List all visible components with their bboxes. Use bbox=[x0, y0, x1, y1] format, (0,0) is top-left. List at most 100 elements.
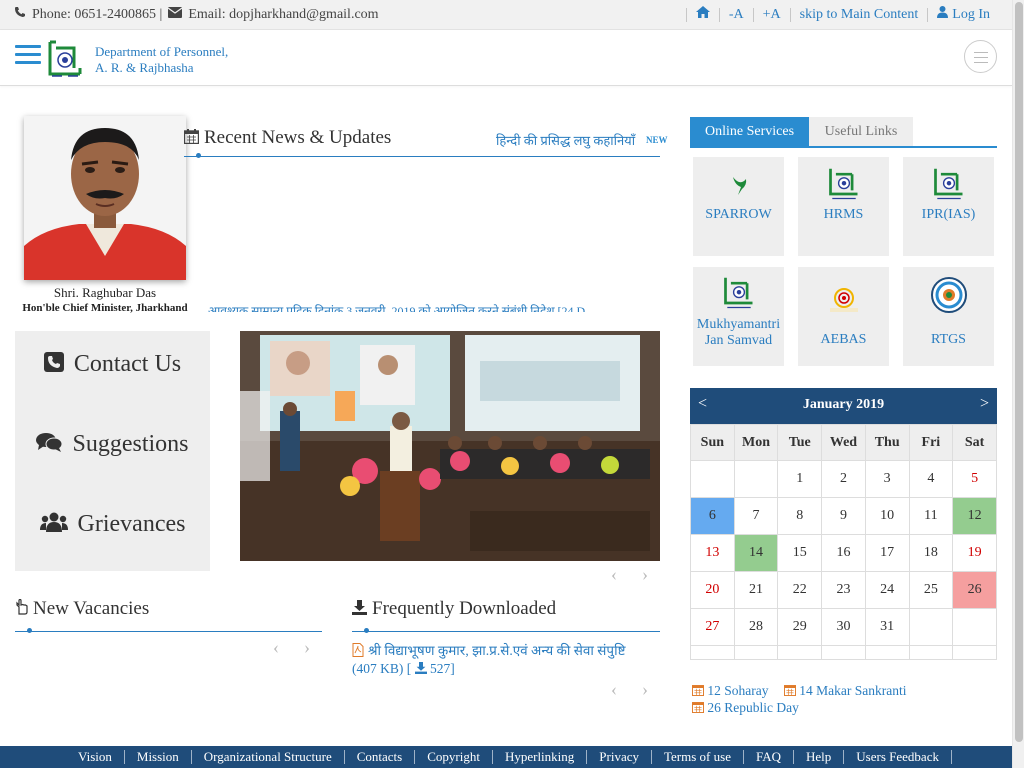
calendar-day-cell[interactable]: 30 bbox=[821, 608, 866, 646]
footer-link-privacy[interactable]: Privacy bbox=[587, 750, 652, 764]
phone-text: Phone: 0651-2400865 | bbox=[32, 6, 163, 22]
skip-to-main-link[interactable]: skip to Main Content bbox=[800, 7, 919, 23]
footer-link-organizational-structure[interactable]: Organizational Structure bbox=[192, 750, 345, 764]
calendar-day-cell[interactable]: 24 bbox=[864, 571, 910, 609]
chief-minister-card: Shri. Raghubar Das Hon'ble Chief Ministe… bbox=[15, 112, 195, 318]
calendar-day-cell[interactable]: 29 bbox=[777, 608, 823, 646]
footer-link-vision[interactable]: Vision bbox=[66, 750, 125, 764]
calendar-day-cell[interactable]: 20 bbox=[690, 571, 735, 609]
footer-link-users-feedback[interactable]: Users Feedback bbox=[844, 750, 952, 764]
calendar-day-cell[interactable]: 23 bbox=[821, 571, 866, 609]
photo-slider[interactable] bbox=[240, 331, 660, 561]
service-mukhyamantri-jan-samvad[interactable]: Mukhyamantri Jan Samvad bbox=[693, 267, 784, 366]
calendar-next-button[interactable]: > bbox=[980, 395, 989, 413]
contact-us-link[interactable]: Contact Us bbox=[15, 351, 210, 379]
calendar-day-cell[interactable]: 19 bbox=[952, 534, 997, 572]
department-name[interactable]: Department of Personnel, A. R. & Rajbhas… bbox=[95, 44, 228, 76]
download-item[interactable]: श्री विद्याभूषण कुमार, झा.प्र.से.एवं अन्… bbox=[352, 643, 652, 678]
holiday-item[interactable]: 14 Makar Sankranti bbox=[783, 683, 906, 700]
calendar-day-cell[interactable]: 3 bbox=[864, 460, 910, 498]
decrease-font-link[interactable]: -A bbox=[729, 7, 744, 23]
vacancies-next-button[interactable]: › bbox=[304, 637, 310, 658]
holiday-item[interactable]: 26 Republic Day bbox=[691, 700, 799, 717]
calendar-day-cell[interactable]: 25 bbox=[908, 571, 954, 609]
footer-link-hyperlinking[interactable]: Hyperlinking bbox=[493, 750, 588, 764]
calendar-day-cell[interactable]: 1 bbox=[777, 460, 823, 498]
downloads-prev-button[interactable]: ‹ bbox=[611, 679, 617, 700]
chief-minister-photo bbox=[24, 116, 186, 280]
service-rtgs[interactable]: RTGS bbox=[903, 267, 994, 366]
calendar-day-cell[interactable]: 15 bbox=[777, 534, 823, 572]
calendar-day-cell[interactable]: 16 bbox=[821, 534, 866, 572]
download-item-size: (407 KB) [ bbox=[352, 661, 412, 676]
suggestions-link[interactable]: Suggestions bbox=[15, 431, 210, 459]
service-ipr-ias[interactable]: IPR(IAS) bbox=[903, 157, 994, 256]
calendar-day-cell[interactable]: 31 bbox=[864, 608, 910, 646]
footer-link-help[interactable]: Help bbox=[794, 750, 845, 764]
quick-links-panel: Contact Us Suggestions Grievances bbox=[15, 331, 210, 571]
calendar-month: January 2019 bbox=[802, 397, 885, 412]
slider-prev-button[interactable]: ‹ bbox=[611, 564, 617, 585]
hand-pointer-icon bbox=[15, 598, 29, 621]
downloads-next-button[interactable]: › bbox=[642, 679, 648, 700]
phone-square-icon bbox=[43, 351, 64, 379]
calendar-day-cell[interactable]: 21 bbox=[733, 571, 779, 609]
vacancies-prev-button[interactable]: ‹ bbox=[273, 637, 279, 658]
calendar-day-cell[interactable]: 28 bbox=[733, 608, 779, 646]
calendar-day-cell[interactable]: 13 bbox=[690, 534, 735, 572]
calendar-day-cell[interactable]: 27 bbox=[690, 608, 735, 646]
calendar-day-cell[interactable]: 12 bbox=[952, 497, 997, 535]
service-hrms[interactable]: HRMS bbox=[798, 157, 889, 256]
home-icon[interactable] bbox=[695, 6, 710, 23]
news-section-header: Recent News & Updates हिन्दी की प्रसिद्ध… bbox=[183, 125, 668, 158]
calendar-day-cell[interactable]: 18 bbox=[908, 534, 954, 572]
rtgs-seal-icon bbox=[903, 277, 994, 318]
calendar-day-cell[interactable]: 10 bbox=[864, 497, 910, 535]
envelope-icon bbox=[168, 6, 183, 23]
tab-online-services[interactable]: Online Services bbox=[690, 117, 809, 146]
page-scrollbar[interactable] bbox=[1012, 0, 1024, 768]
calendar-day-cell[interactable]: 26 bbox=[952, 571, 997, 609]
calendar-icon bbox=[183, 128, 200, 150]
calendar-day-header: Mon bbox=[733, 424, 779, 461]
calendar-day-cell[interactable]: 7 bbox=[733, 497, 779, 535]
calendar-day-cell[interactable]: 11 bbox=[908, 497, 954, 535]
hindi-stories-link[interactable]: हिन्दी की प्रसिद्ध लघु कहानियाँ bbox=[496, 131, 635, 149]
top-bar: Phone: 0651-2400865 | Email: dopjharkhan… bbox=[0, 0, 1012, 30]
jharkhand-emblem-icon bbox=[798, 167, 889, 208]
service-aebas[interactable]: AEBAS bbox=[798, 267, 889, 366]
jharkhand-logo-icon[interactable] bbox=[46, 40, 84, 80]
calendar-header: < January 2019 > bbox=[690, 388, 997, 424]
slider-next-button[interactable]: › bbox=[642, 564, 648, 585]
calendar-empty-cell bbox=[864, 645, 910, 660]
footer-link-contacts[interactable]: Contacts bbox=[345, 750, 416, 764]
downloads-heading: Frequently Downloaded bbox=[372, 598, 557, 619]
grievances-link[interactable]: Grievances bbox=[15, 511, 210, 539]
calendar-day-cell[interactable]: 4 bbox=[908, 460, 954, 498]
increase-font-link[interactable]: +A bbox=[763, 7, 781, 23]
news-ticker[interactable]: आवश्यक सामान्य पदिक दिनांक 3 जनवरी, 2019… bbox=[208, 304, 664, 312]
holiday-item[interactable]: 12 Soharay bbox=[691, 683, 769, 700]
calendar-day-cell[interactable]: 17 bbox=[864, 534, 910, 572]
jharkhand-emblem-icon bbox=[903, 167, 994, 208]
footer-link-copyright[interactable]: Copyright bbox=[415, 750, 493, 764]
footer-link-mission[interactable]: Mission bbox=[125, 750, 192, 764]
side-menu-button[interactable] bbox=[964, 40, 997, 73]
calendar-day-cell[interactable]: 5 bbox=[952, 460, 997, 498]
calendar-day-cell[interactable]: 2 bbox=[821, 460, 866, 498]
user-icon bbox=[937, 6, 949, 23]
download-item-title: श्री विद्याभूषण कुमार, झा.प्र.से.एवं अन्… bbox=[368, 643, 626, 659]
calendar-day-cell[interactable]: 14 bbox=[733, 534, 779, 572]
hamburger-menu-icon[interactable] bbox=[15, 45, 41, 65]
calendar-day-header: Sun bbox=[690, 424, 735, 461]
service-sparrow[interactable]: SPARROW bbox=[693, 157, 784, 256]
calendar-day-cell[interactable]: 9 bbox=[821, 497, 866, 535]
footer-link-faq[interactable]: FAQ bbox=[744, 750, 795, 764]
footer-link-terms-of-use[interactable]: Terms of use bbox=[652, 750, 744, 764]
login-link[interactable]: Log In bbox=[952, 7, 990, 23]
calendar-day-cell[interactable]: 6 bbox=[690, 497, 735, 535]
calendar-day-cell[interactable]: 8 bbox=[777, 497, 823, 535]
calendar-day-cell[interactable]: 22 bbox=[777, 571, 823, 609]
tab-useful-links[interactable]: Useful Links bbox=[809, 117, 913, 146]
cm-name: Shri. Raghubar Das bbox=[53, 285, 157, 300]
